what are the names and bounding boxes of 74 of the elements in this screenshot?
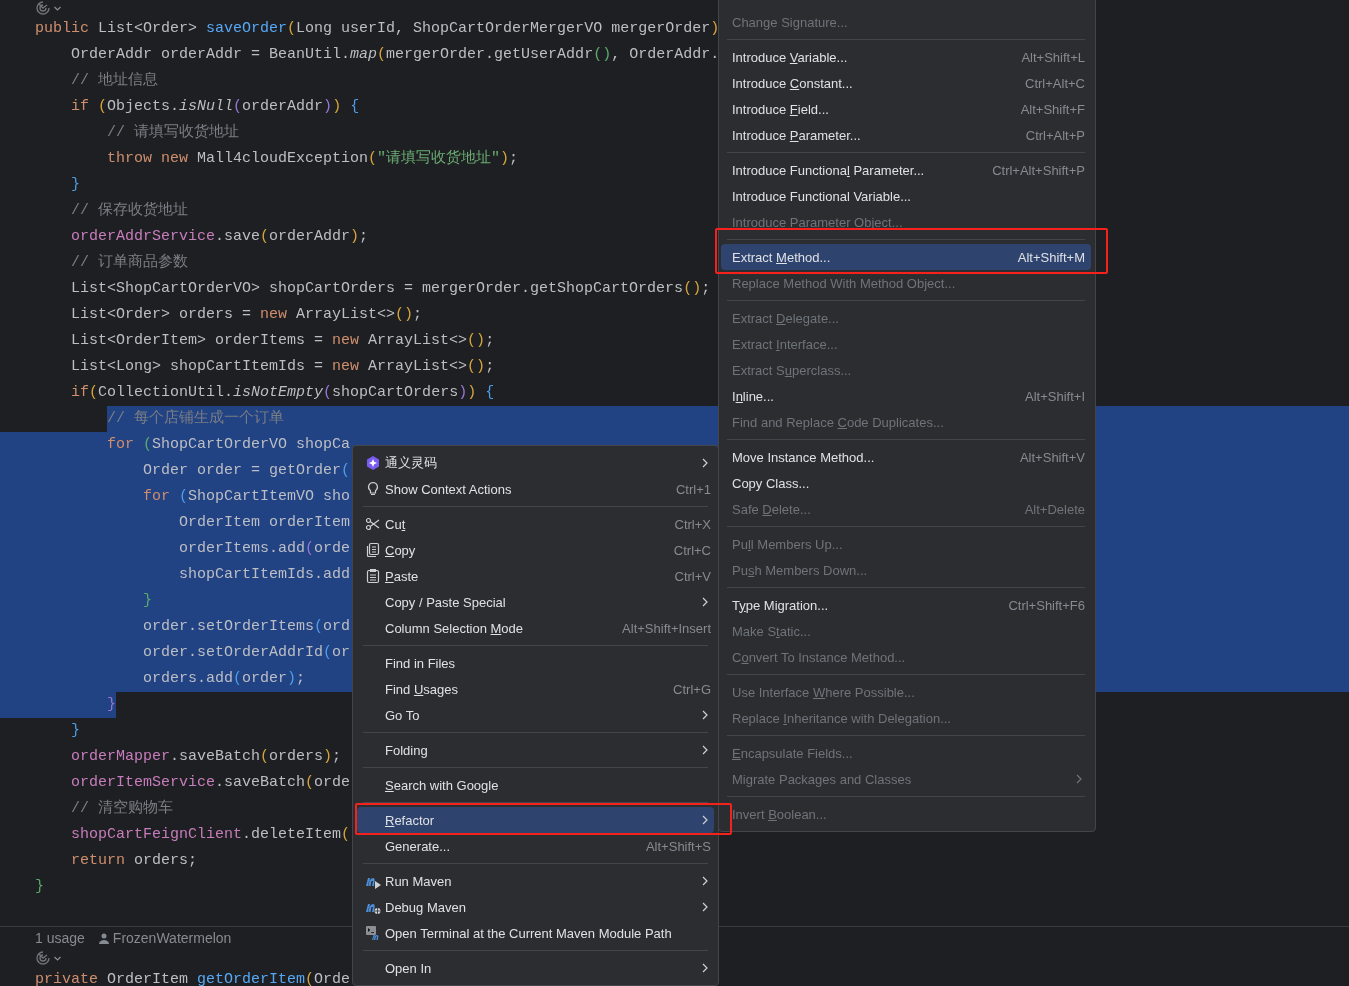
author-hint[interactable]: FrozenWatermelon [112, 930, 232, 946]
code-line: orders.add(order); [143, 669, 306, 689]
code-line: List<Order> orders = new ArrayList<>(); [71, 305, 423, 325]
spiral-icon [35, 0, 51, 16]
menu-item[interactable]: Introduce Variable... Alt+Shift+L [721, 44, 1091, 70]
menu-item[interactable]: Column Selection Mode Alt+Shift+Insert [357, 615, 714, 641]
person-icon [98, 932, 109, 944]
menu-item[interactable]: Inline... Alt+Shift+I [721, 383, 1091, 409]
code-line: private OrderItem getOrderItem(Orde [35, 970, 351, 986]
code-line: order.setOrderItems(ord [143, 617, 351, 637]
menu-item[interactable]: Introduce Functional Variable... [721, 183, 1091, 209]
code-line: if (Objects.isNull(orderAddr)) { [71, 97, 360, 117]
code-line: order.setOrderAddrId(or [143, 643, 351, 663]
code-line: // 保存收货地址 [71, 200, 189, 221]
menu-item[interactable]: Debug Maven [357, 894, 714, 920]
menu-item[interactable]: Introduce Parameter... Ctrl+Alt+P [721, 122, 1091, 148]
menu-item[interactable]: Generate... Alt+Shift+S [357, 833, 714, 859]
code-line: orderAddrService.save(orderAddr); [71, 227, 369, 247]
terminal-icon [365, 925, 381, 941]
code-line: } [71, 175, 81, 195]
code-line: shopCartFeignClient.deleteItem( [71, 825, 351, 845]
menu-item[interactable]: Search with Google [357, 772, 714, 798]
code-line: Order order = getOrder( [143, 461, 351, 481]
menu-item[interactable]: Paste Ctrl+V [357, 563, 714, 589]
menu-item[interactable]: Introduce Constant... Ctrl+Alt+C [721, 70, 1091, 96]
code-line: } [107, 695, 117, 715]
code-line: List<ShopCartOrderVO> shopCartOrders = mergerOrder.getShopCartOrders(); [71, 279, 711, 299]
code-line: OrderItem orderItem [179, 513, 351, 533]
menu-item[interactable]: Copy / Paste Special [357, 589, 714, 615]
menu-item[interactable]: Run Maven [357, 868, 714, 894]
menu-item[interactable]: Folding [357, 737, 714, 763]
code-line: if(CollectionUtil.isNotEmpty(shopCartOrders)) { [71, 383, 495, 403]
menu-item[interactable]: Introduce Field... Alt+Shift+F [721, 96, 1091, 122]
code-line: for (ShopCartOrderVO shopCa [107, 435, 351, 455]
menu-item[interactable]: Extract Method... Alt+Shift+M [721, 244, 1091, 270]
code-line: // 订单商品参数 [71, 252, 189, 273]
menu-item[interactable]: Copy Class... [721, 470, 1091, 496]
code-line: return orders; [71, 851, 198, 871]
code-line: // 清空购物车 [71, 798, 174, 819]
menu-item[interactable]: Cut Ctrl+X [357, 511, 714, 537]
menu-item[interactable]: Open In [357, 955, 714, 981]
code-line: shopCartItemIds.add [179, 565, 351, 585]
menu-item[interactable]: Open Terminal at the Current Maven Module Path [357, 920, 714, 946]
code-line: } [35, 877, 44, 897]
code-line: for (ShopCartItemVO sho [143, 487, 351, 507]
code-line: OrderAddr orderAddr = BeanUtil.map(mergerOrder.getUserAddr(), OrderAddr. [71, 45, 720, 65]
copy-icon [365, 542, 381, 558]
menu-item[interactable]: Refactor [357, 807, 714, 833]
menu-item[interactable]: Go To [357, 702, 714, 728]
menu-item[interactable]: 通义灵码 [357, 450, 714, 476]
usages-hint[interactable]: 1 usage [35, 930, 85, 946]
code-line: List<OrderItem> orderItems = new ArrayList<>(); [71, 331, 495, 351]
code-line: } [143, 591, 153, 611]
spiral-icon [35, 950, 51, 966]
code-line: // 地址信息 [71, 70, 159, 91]
code-line: throw new Mall4cloudException("请填写收货地址"); [107, 148, 519, 169]
clipboard-icon [365, 568, 381, 584]
menu-item[interactable]: Introduce Functional Parameter... Ctrl+Alt+Shift+P [721, 157, 1091, 183]
menu-item[interactable]: Move Instance Method... Alt+Shift+V [721, 444, 1091, 470]
code-line: orderItemService.saveBatch(orde [71, 773, 351, 793]
scissors-icon [365, 516, 381, 532]
lightbulb-icon [365, 481, 381, 497]
menu-item[interactable]: Type Migration... Ctrl+Shift+F6 [721, 592, 1091, 618]
menu-item[interactable]: Find in Files [357, 650, 714, 676]
menu-item[interactable]: Copy Ctrl+C [357, 537, 714, 563]
code-line: } [71, 721, 81, 741]
code-line: List<Long> shopCartItemIds = new ArrayList<>(); [71, 357, 495, 377]
code-line: // 请填写收货地址 [107, 122, 240, 143]
code-line: orderMapper.saveBatch(orders); [71, 747, 342, 767]
code-line: orderItems.add(orde [179, 539, 351, 559]
code-line: public List<Order> saveOrder(Long userId, ShopCartOrderMergerVO mergerOrder) [35, 19, 720, 39]
menu-item[interactable]: Show Context Actions Ctrl+1 [357, 476, 714, 502]
menu-item[interactable]: Find Usages Ctrl+G [357, 676, 714, 702]
sparkle-icon [365, 455, 381, 471]
